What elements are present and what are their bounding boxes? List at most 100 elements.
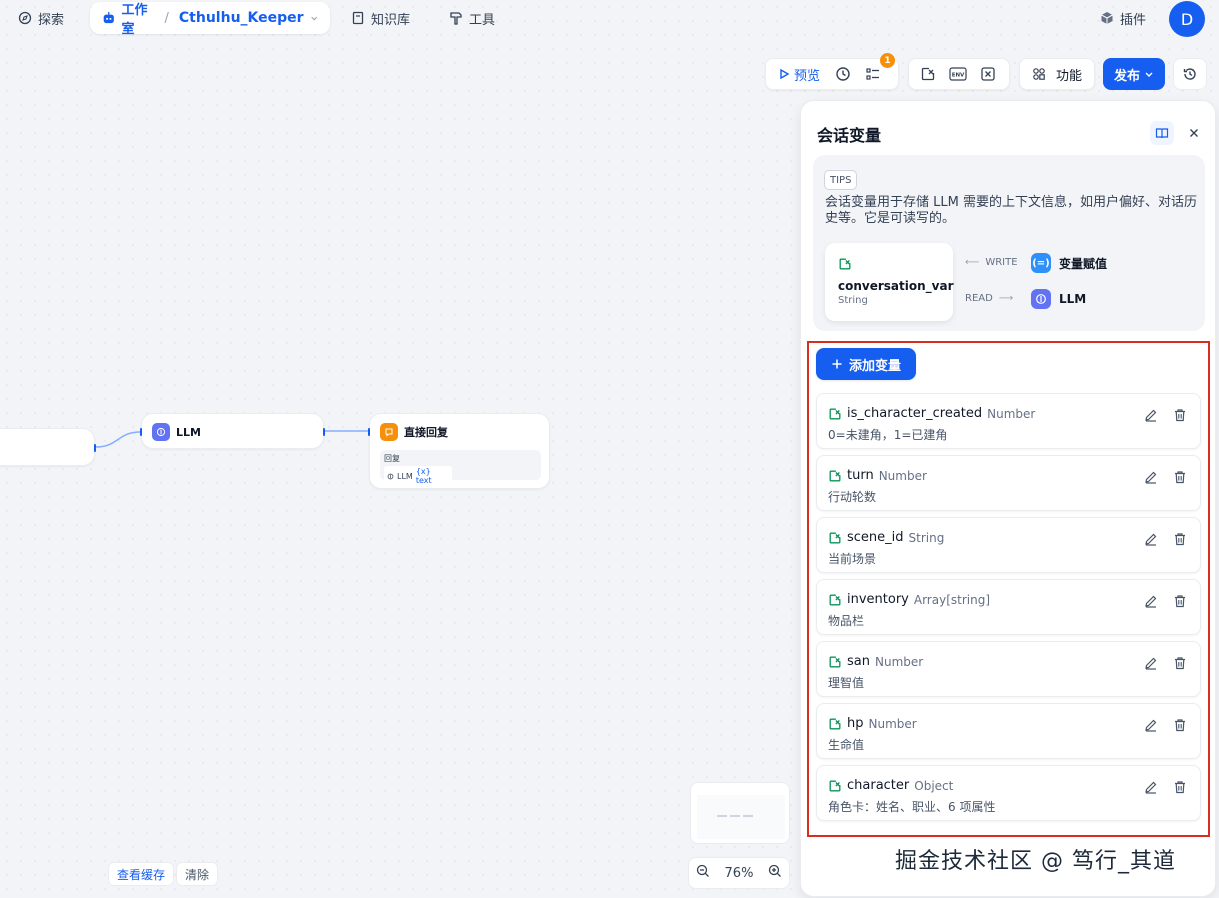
answer-node[interactable]: 直接回复 回复 LLM {x} text	[368, 413, 550, 489]
minimap-node	[717, 815, 727, 817]
edit-button[interactable]	[1142, 406, 1160, 424]
trash-icon	[1175, 657, 1185, 670]
delete-button[interactable]	[1171, 592, 1189, 610]
conversation-variables-button[interactable]	[915, 62, 941, 86]
output-handle[interactable]	[94, 444, 96, 452]
features-button[interactable]: 功能	[1019, 58, 1095, 90]
pencil-icon	[1145, 533, 1157, 546]
variable-header: inventory Array[string]	[828, 592, 990, 607]
variable-item[interactable]: inventory Array[string] 物品栏	[816, 579, 1201, 635]
variable-icon	[829, 408, 841, 419]
answer-field-label: 回复	[384, 454, 400, 463]
run-history-button[interactable]	[830, 62, 856, 86]
variable-item[interactable]: san Number 理智值	[816, 641, 1201, 697]
variable-name: san	[847, 654, 870, 669]
zoom-out-button[interactable]	[696, 864, 710, 882]
delete-button[interactable]	[1171, 654, 1189, 672]
add-variable-button[interactable]: 添加变量	[816, 348, 916, 380]
variable-item[interactable]: character Object 角色卡：姓名、职业、6 项属性	[816, 765, 1201, 821]
edit-button[interactable]	[1142, 654, 1160, 672]
trash-icon	[1175, 409, 1185, 422]
variable-item[interactable]: scene_id String 当前场景	[816, 517, 1201, 573]
variable-description: 物品栏	[828, 614, 865, 628]
system-variables-button[interactable]	[975, 62, 1001, 86]
close-button[interactable]	[1182, 121, 1206, 145]
arrow-left-icon: ⟵	[965, 257, 980, 268]
ref-node-name: LLM	[396, 471, 413, 481]
watermark: 掘金技术社区 @ 笃行_其道	[895, 849, 1176, 874]
nav-plugins[interactable]: 插件	[1100, 3, 1146, 33]
minimap-node	[743, 815, 753, 817]
features-label: 功能	[1055, 68, 1082, 84]
write-target: (=) 变量赋值	[1031, 253, 1107, 273]
edge-start-llm	[95, 431, 141, 448]
llm-node-icon	[152, 423, 170, 441]
write-label: WRITE	[985, 257, 1018, 268]
answer-content-box: 回复 LLM {x} text	[380, 450, 541, 486]
variable-icon	[829, 780, 841, 791]
checklist-icon	[866, 68, 880, 80]
edit-button[interactable]	[1142, 592, 1160, 610]
variable-icon	[829, 470, 841, 481]
env-variables-button[interactable]: ENV	[945, 62, 971, 86]
edit-button[interactable]	[1142, 716, 1160, 734]
plus-icon	[832, 359, 842, 369]
trash-icon	[1175, 719, 1185, 732]
delete-button[interactable]	[1171, 778, 1189, 796]
add-variable-label: 添加变量	[848, 358, 901, 374]
variable-icon	[839, 258, 851, 270]
zoom-in-button[interactable]	[768, 864, 782, 882]
variable-icon	[829, 532, 841, 543]
pencil-icon	[1145, 409, 1157, 422]
variable-icon	[829, 594, 841, 605]
pencil-icon	[1145, 657, 1157, 670]
publish-label: 发布	[1113, 68, 1140, 84]
delete-button[interactable]	[1171, 406, 1189, 424]
start-node[interactable]	[0, 428, 96, 466]
variable-icon	[921, 67, 935, 81]
write-target-label: 变量赋值	[1059, 256, 1108, 271]
docs-button[interactable]	[1150, 121, 1174, 145]
avatar[interactable]: D	[1169, 1, 1205, 37]
variable-item[interactable]: turn Number 行动轮数	[816, 455, 1201, 511]
x-variable-icon	[981, 67, 995, 81]
read-target-label: LLM	[1059, 292, 1087, 306]
delete-button[interactable]	[1171, 716, 1189, 734]
minimap-node	[730, 815, 740, 817]
version-history-button[interactable]	[1173, 58, 1207, 90]
svg-text:ENV: ENV	[952, 73, 965, 79]
variable-description: 角色卡：姓名、职业、6 项属性	[828, 800, 996, 814]
trash-icon	[1175, 471, 1185, 484]
checklist-button[interactable]: 1	[860, 53, 896, 86]
minimap[interactable]	[690, 782, 790, 844]
publish-button[interactable]: 发布	[1103, 58, 1165, 90]
variable-header: hp Number	[828, 716, 917, 731]
edit-button[interactable]	[1142, 778, 1160, 796]
clear-button[interactable]: 清除	[176, 862, 219, 886]
variables-toolbar: ENV	[908, 58, 1010, 90]
delete-button[interactable]	[1171, 530, 1189, 548]
llm-node[interactable]: LLM	[140, 413, 325, 449]
variable-icon	[829, 718, 841, 729]
variable-item[interactable]: hp Number 生命值	[816, 703, 1201, 759]
pencil-icon	[1145, 781, 1157, 794]
zoom-controls: 76%	[688, 857, 790, 889]
variable-type: Number	[987, 406, 1036, 421]
delete-button[interactable]	[1171, 468, 1189, 486]
variable-description: 行动轮数	[828, 490, 877, 504]
zoom-level[interactable]: 76%	[725, 866, 754, 881]
trash-icon	[1175, 595, 1185, 608]
variable-name: scene_id	[847, 530, 904, 545]
variable-icon	[829, 656, 841, 667]
example-variable-type: String	[838, 295, 868, 306]
write-flow: ⟵ WRITE	[965, 257, 1018, 268]
arrow-right-icon: ⟶	[998, 293, 1014, 304]
pencil-icon	[1145, 471, 1157, 484]
output-handle[interactable]	[323, 428, 325, 436]
view-cache-button[interactable]: 查看缓存	[108, 862, 175, 886]
edit-button[interactable]	[1142, 468, 1160, 486]
input-handle[interactable]	[368, 428, 370, 436]
variable-item[interactable]: is_character_created Number 0=未建角，1=已建角	[816, 393, 1201, 449]
edit-button[interactable]	[1142, 530, 1160, 548]
input-handle[interactable]	[140, 428, 142, 436]
